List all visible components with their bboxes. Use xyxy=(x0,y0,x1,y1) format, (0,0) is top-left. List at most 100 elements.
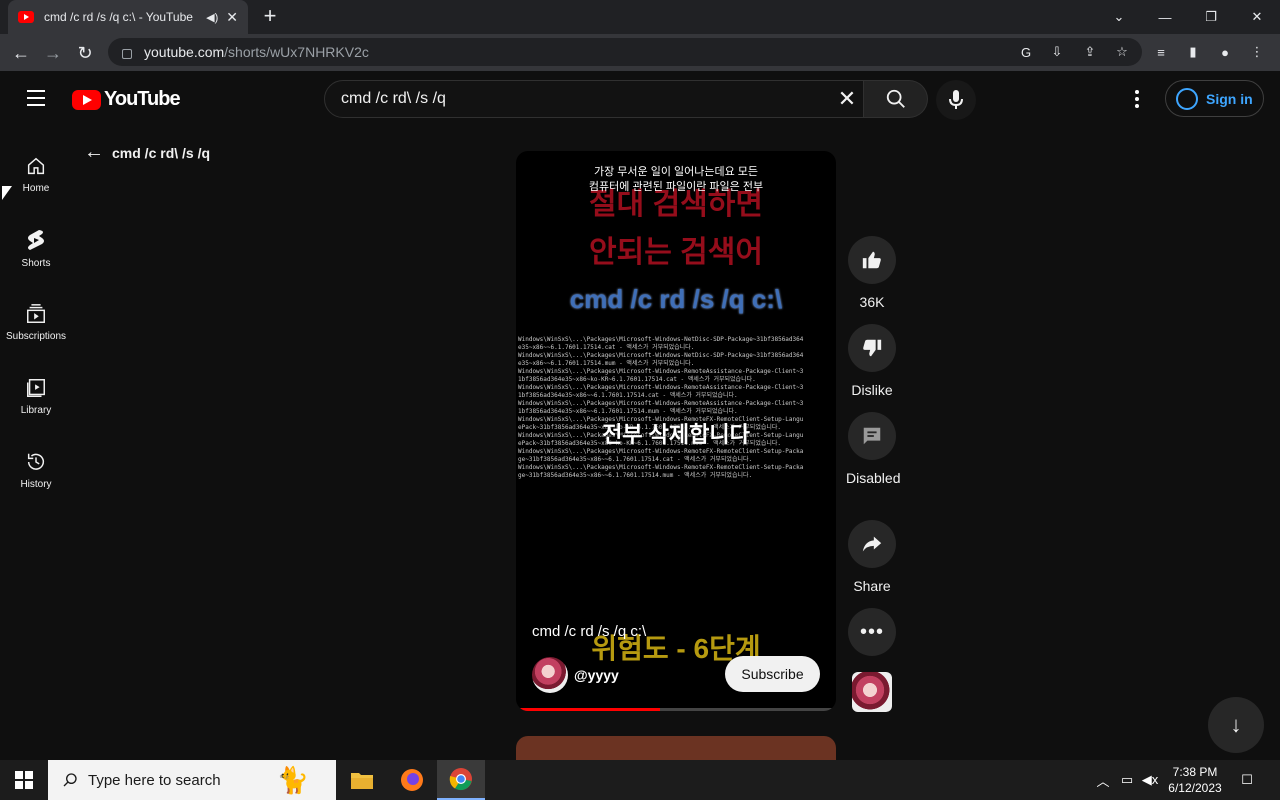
new-tab-button[interactable]: + xyxy=(258,4,282,28)
shorts-video-player[interactable]: 절대 검색하면 안되는 검색어 가장 무서운 일이 일어나는데요 모든 컴퓨터에… xyxy=(516,151,836,711)
file-explorer-icon[interactable] xyxy=(338,760,386,800)
channel-avatar[interactable] xyxy=(532,657,568,693)
volume-muted-icon[interactable]: ◀x xyxy=(1140,770,1160,790)
sidebar-item-history[interactable]: History xyxy=(0,433,72,507)
microphone-icon xyxy=(949,90,963,109)
more-options-icon[interactable]: ••• xyxy=(848,608,896,656)
youtube-play-icon xyxy=(72,89,101,110)
notifications-icon[interactable]: ☐ xyxy=(1237,770,1257,790)
comments-button[interactable] xyxy=(848,412,896,460)
video-overlay-text: 전부 삭제합니다 xyxy=(602,422,750,447)
page-title: cmd /c rd\ /s /q xyxy=(112,145,211,161)
google-lens-icon[interactable]: G xyxy=(1017,43,1035,61)
taskbar-clock[interactable]: 7:38 PM 6/12/2023 xyxy=(1160,764,1230,796)
video-title[interactable]: cmd /c rd /s /q c:\ xyxy=(532,623,646,640)
youtube-logo[interactable]: YouTube xyxy=(72,88,181,111)
channel-name[interactable]: @yyyy xyxy=(574,667,619,683)
sign-in-button[interactable]: Sign in xyxy=(1165,80,1264,117)
tab-close-icon[interactable]: ✕ xyxy=(226,9,238,26)
restore-button[interactable]: ❐ xyxy=(1188,0,1234,34)
more-actions[interactable]: ••• xyxy=(848,608,896,656)
search-box[interactable] xyxy=(324,80,864,118)
next-short-arrow-icon[interactable]: ↓ xyxy=(1208,697,1264,753)
video-caption-2: 컴퓨터에 관련된 파일이란 파일은 전부 xyxy=(588,181,764,193)
taskbar-search-placeholder: Type here to search xyxy=(88,771,221,789)
dislike-action[interactable]: Dislike xyxy=(848,324,896,400)
dislike-button[interactable] xyxy=(848,324,896,372)
search-icon xyxy=(886,89,905,108)
video-caption-1: 가장 무서운 일이 일어나는데요 모든 xyxy=(593,166,759,178)
comments-label: Disabled xyxy=(846,470,901,486)
console-line: Windows\WinSxS\...\Packages\Microsoft-Wi… xyxy=(518,352,804,359)
home-icon xyxy=(27,157,45,174)
search-button[interactable] xyxy=(864,80,928,118)
forward-button[interactable]: → xyxy=(40,40,66,66)
network-icon[interactable]: ▭ xyxy=(1117,770,1137,790)
like-button[interactable] xyxy=(848,236,896,284)
tab-search-chevron-icon[interactable]: ⌄ xyxy=(1096,0,1142,34)
video-progress-fill xyxy=(516,708,660,711)
console-line: Windows\WinSxS\...\Packages\Microsoft-Wi… xyxy=(518,368,804,375)
windows-logo-icon xyxy=(15,771,33,789)
channel-thumbnail[interactable] xyxy=(852,672,892,712)
console-line: ge~31bf3856ad364e35~x86~~6.1.7601.17514.… xyxy=(518,472,753,479)
console-line: Windows\WinSxS\...\Packages\Microsoft-Wi… xyxy=(518,336,804,343)
subscribe-button[interactable]: Subscribe xyxy=(725,656,820,692)
address-bar[interactable]: youtube.com/shorts/wUx7NHRKV2c xyxy=(108,38,1142,66)
search-icon xyxy=(63,773,77,787)
audio-playing-icon[interactable]: ◀) xyxy=(206,11,218,24)
console-line: Windows\WinSxS\...\Packages\Microsoft-Wi… xyxy=(518,464,804,471)
firefox-icon[interactable] xyxy=(388,760,436,800)
chrome-taskbar-icon[interactable] xyxy=(437,760,485,800)
share-button[interactable] xyxy=(848,520,896,568)
clock-date: 6/12/2023 xyxy=(1168,781,1222,795)
like-count: 36K xyxy=(859,294,885,310)
lock-icon[interactable] xyxy=(122,49,132,59)
dislike-label: Dislike xyxy=(851,382,893,398)
minimize-button[interactable]: — xyxy=(1142,0,1188,34)
shorts-icon xyxy=(28,229,44,250)
sidebar-item-library[interactable]: Library xyxy=(0,359,72,433)
history-icon xyxy=(27,453,44,470)
like-action[interactable]: 36K xyxy=(848,236,896,312)
taskbar-search-box[interactable]: Type here to search 🐈 xyxy=(48,760,336,800)
hamburger-menu-icon[interactable] xyxy=(20,82,52,114)
console-line: Windows\WinSxS\...\Packages\Microsoft-Wi… xyxy=(518,384,804,391)
reload-button[interactable]: ↻ xyxy=(72,40,98,66)
console-line: 1bf3856ad364e35~x86~~6.1.7601.17514.cat … xyxy=(518,392,738,399)
thumbs-down-icon xyxy=(863,339,882,357)
reading-list-icon[interactable]: ≡ xyxy=(1152,43,1170,61)
video-progress-bar[interactable] xyxy=(516,708,836,711)
video-red-text-2: 안되는 검색어 xyxy=(589,236,763,269)
side-panel-icon[interactable]: ▮ xyxy=(1184,43,1202,61)
channel-info[interactable]: @yyyy xyxy=(532,657,619,693)
close-window-button[interactable]: ✕ xyxy=(1234,0,1280,34)
bookmark-star-icon[interactable]: ☆ xyxy=(1113,43,1131,61)
chrome-menu-icon[interactable]: ⋮ xyxy=(1248,43,1266,61)
comments-action[interactable]: Disabled xyxy=(846,412,901,488)
next-short-preview[interactable] xyxy=(516,736,836,760)
share-page-icon[interactable]: ⇪ xyxy=(1081,43,1099,61)
subscriptions-icon xyxy=(27,303,45,323)
sidebar-item-subscriptions[interactable]: Subscriptions xyxy=(0,285,72,359)
back-button[interactable]: ← xyxy=(8,40,34,66)
settings-menu-icon[interactable] xyxy=(1126,86,1148,112)
voice-search-button[interactable] xyxy=(936,80,976,120)
console-line: e35~x86~~6.1.7601.17514.cat - 액세스가 거부되었습… xyxy=(518,344,695,351)
mouse-cursor xyxy=(2,186,12,200)
sidebar-item-shorts[interactable]: Shorts xyxy=(0,211,72,285)
thumbs-up-icon xyxy=(862,251,881,269)
share-action[interactable]: Share xyxy=(848,520,896,596)
console-line: ge~31bf3856ad364e35~x86~~6.1.7601.17514.… xyxy=(518,456,753,463)
start-button[interactable] xyxy=(0,760,48,800)
search-input[interactable] xyxy=(341,90,821,108)
console-line: Windows\WinSxS\...\Packages\Microsoft-Wi… xyxy=(518,448,804,455)
account-icon xyxy=(1176,87,1198,110)
browser-tab[interactable]: cmd /c rd /s /q c:\ - YouTube ◀) ✕ xyxy=(8,0,248,34)
install-app-icon[interactable]: ⇩ xyxy=(1048,43,1066,61)
tray-chevron-up-icon[interactable]: ︿ xyxy=(1093,770,1113,790)
clear-search-icon[interactable]: ✕ xyxy=(834,86,860,112)
profile-icon[interactable]: ● xyxy=(1216,43,1234,61)
back-arrow-icon[interactable]: ← xyxy=(84,142,106,162)
clock-time: 7:38 PM xyxy=(1172,765,1218,779)
